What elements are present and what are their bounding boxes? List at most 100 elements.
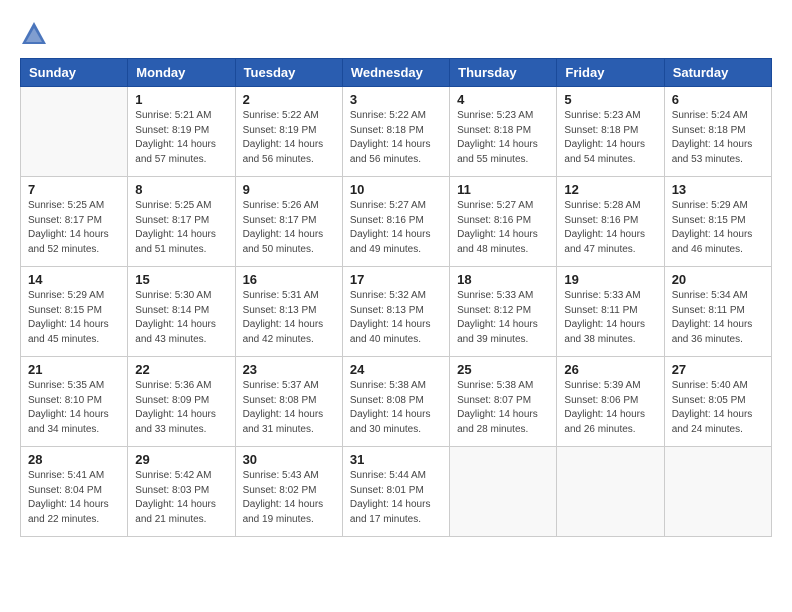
calendar-cell: 17 Sunrise: 5:32 AM Sunset: 8:13 PM Dayli… xyxy=(342,267,449,357)
day-number: 23 xyxy=(243,362,335,377)
day-number: 19 xyxy=(564,272,656,287)
day-info: Sunrise: 5:34 AM Sunset: 8:11 PM Dayligh… xyxy=(672,289,764,347)
calendar-cell: 29Sunrise: 5:42 AM Sunset: 8:03 PM Dayli… xyxy=(128,447,235,537)
calendar-table: SundayMondayTuesdayWednesdayThursdayFrid… xyxy=(20,58,772,537)
day-number: 30 xyxy=(243,452,335,467)
day-number: 16 xyxy=(243,272,335,287)
logo xyxy=(20,20,52,48)
calendar-cell: 8 Sunrise: 5:25 AM Sunset: 8:17 PM Daylig… xyxy=(128,177,235,267)
day-info: Sunrise: 5:35 AM Sunset: 8:10 PM Dayligh… xyxy=(28,379,120,437)
calendar-cell: 13 Sunrise: 5:29 AM Sunset: 8:15 PM Dayli… xyxy=(664,177,771,267)
day-info: Sunrise: 5:40 AM Sunset: 8:05 PM Dayligh… xyxy=(672,379,764,437)
calendar-cell: 14 Sunrise: 5:29 AM Sunset: 8:15 PM Dayli… xyxy=(21,267,128,357)
calendar-cell: 6 Sunrise: 5:24 AM Sunset: 8:18 PM Daylig… xyxy=(664,87,771,177)
calendar-cell: 10Sunrise: 5:27 AM Sunset: 8:16 PM Dayli… xyxy=(342,177,449,267)
day-info: Sunrise: 5:29 AM Sunset: 8:15 PM Dayligh… xyxy=(28,289,120,347)
day-of-week-header: Monday xyxy=(128,59,235,87)
calendar-cell: 19Sunrise: 5:33 AM Sunset: 8:11 PM Dayli… xyxy=(557,267,664,357)
calendar-cell xyxy=(21,87,128,177)
calendar-cell: 26 Sunrise: 5:39 AM Sunset: 8:06 PM Dayli… xyxy=(557,357,664,447)
calendar-cell: 9 Sunrise: 5:26 AM Sunset: 8:17 PM Daylig… xyxy=(235,177,342,267)
calendar-cell: 12Sunrise: 5:28 AM Sunset: 8:16 PM Dayli… xyxy=(557,177,664,267)
day-number: 15 xyxy=(135,272,227,287)
calendar-cell: 3Sunrise: 5:22 AM Sunset: 8:18 PM Daylig… xyxy=(342,87,449,177)
day-of-week-header: Friday xyxy=(557,59,664,87)
day-number: 7 xyxy=(28,182,120,197)
day-info: Sunrise: 5:37 AM Sunset: 8:08 PM Dayligh… xyxy=(243,379,335,437)
day-info: Sunrise: 5:30 AM Sunset: 8:14 PM Dayligh… xyxy=(135,289,227,347)
day-number: 2 xyxy=(243,92,335,107)
day-number: 6 xyxy=(672,92,764,107)
day-info: Sunrise: 5:44 AM Sunset: 8:01 PM Dayligh… xyxy=(350,469,442,527)
day-info: Sunrise: 5:38 AM Sunset: 8:08 PM Dayligh… xyxy=(350,379,442,437)
day-number: 25 xyxy=(457,362,549,377)
calendar-week-row: 7 Sunrise: 5:25 AM Sunset: 8:17 PM Daylig… xyxy=(21,177,772,267)
calendar-cell: 27Sunrise: 5:40 AM Sunset: 8:05 PM Dayli… xyxy=(664,357,771,447)
day-number: 11 xyxy=(457,182,549,197)
calendar-week-row: 1 Sunrise: 5:21 AM Sunset: 8:19 PM Daylig… xyxy=(21,87,772,177)
day-info: Sunrise: 5:39 AM Sunset: 8:06 PM Dayligh… xyxy=(564,379,656,437)
calendar-week-row: 14 Sunrise: 5:29 AM Sunset: 8:15 PM Dayli… xyxy=(21,267,772,357)
day-info: Sunrise: 5:25 AM Sunset: 8:17 PM Dayligh… xyxy=(135,199,227,257)
calendar-cell: 1 Sunrise: 5:21 AM Sunset: 8:19 PM Daylig… xyxy=(128,87,235,177)
day-info: Sunrise: 5:22 AM Sunset: 8:19 PM Dayligh… xyxy=(243,109,335,167)
page-header xyxy=(20,20,772,48)
day-number: 24 xyxy=(350,362,442,377)
day-info: Sunrise: 5:23 AM Sunset: 8:18 PM Dayligh… xyxy=(457,109,549,167)
day-number: 13 xyxy=(672,182,764,197)
day-number: 1 xyxy=(135,92,227,107)
calendar-cell: 25 Sunrise: 5:38 AM Sunset: 8:07 PM Dayli… xyxy=(450,357,557,447)
logo-icon xyxy=(20,20,48,48)
day-info: Sunrise: 5:43 AM Sunset: 8:02 PM Dayligh… xyxy=(243,469,335,527)
day-of-week-header: Tuesday xyxy=(235,59,342,87)
calendar-cell: 20Sunrise: 5:34 AM Sunset: 8:11 PM Dayli… xyxy=(664,267,771,357)
day-number: 4 xyxy=(457,92,549,107)
day-number: 12 xyxy=(564,182,656,197)
day-of-week-header: Wednesday xyxy=(342,59,449,87)
calendar-header-row: SundayMondayTuesdayWednesdayThursdayFrid… xyxy=(21,59,772,87)
day-number: 28 xyxy=(28,452,120,467)
calendar-cell: 28 Sunrise: 5:41 AM Sunset: 8:04 PM Dayli… xyxy=(21,447,128,537)
day-info: Sunrise: 5:31 AM Sunset: 8:13 PM Dayligh… xyxy=(243,289,335,347)
day-info: Sunrise: 5:27 AM Sunset: 8:16 PM Dayligh… xyxy=(350,199,442,257)
day-number: 22 xyxy=(135,362,227,377)
calendar-cell: 30 Sunrise: 5:43 AM Sunset: 8:02 PM Dayli… xyxy=(235,447,342,537)
day-info: Sunrise: 5:26 AM Sunset: 8:17 PM Dayligh… xyxy=(243,199,335,257)
day-info: Sunrise: 5:25 AM Sunset: 8:17 PM Dayligh… xyxy=(28,199,120,257)
calendar-cell: 18 Sunrise: 5:33 AM Sunset: 8:12 PM Dayli… xyxy=(450,267,557,357)
day-of-week-header: Sunday xyxy=(21,59,128,87)
calendar-cell xyxy=(664,447,771,537)
day-info: Sunrise: 5:21 AM Sunset: 8:19 PM Dayligh… xyxy=(135,109,227,167)
day-info: Sunrise: 5:27 AM Sunset: 8:16 PM Dayligh… xyxy=(457,199,549,257)
day-info: Sunrise: 5:33 AM Sunset: 8:12 PM Dayligh… xyxy=(457,289,549,347)
day-info: Sunrise: 5:36 AM Sunset: 8:09 PM Dayligh… xyxy=(135,379,227,437)
day-number: 21 xyxy=(28,362,120,377)
day-number: 31 xyxy=(350,452,442,467)
day-number: 5 xyxy=(564,92,656,107)
calendar-week-row: 28 Sunrise: 5:41 AM Sunset: 8:04 PM Dayli… xyxy=(21,447,772,537)
day-info: Sunrise: 5:23 AM Sunset: 8:18 PM Dayligh… xyxy=(564,109,656,167)
calendar-cell: 23 Sunrise: 5:37 AM Sunset: 8:08 PM Dayli… xyxy=(235,357,342,447)
day-number: 18 xyxy=(457,272,549,287)
day-info: Sunrise: 5:42 AM Sunset: 8:03 PM Dayligh… xyxy=(135,469,227,527)
day-number: 17 xyxy=(350,272,442,287)
calendar-cell: 5 Sunrise: 5:23 AM Sunset: 8:18 PM Daylig… xyxy=(557,87,664,177)
day-number: 26 xyxy=(564,362,656,377)
day-number: 9 xyxy=(243,182,335,197)
calendar-cell: 22 Sunrise: 5:36 AM Sunset: 8:09 PM Dayli… xyxy=(128,357,235,447)
day-number: 8 xyxy=(135,182,227,197)
calendar-cell: 7 Sunrise: 5:25 AM Sunset: 8:17 PM Daylig… xyxy=(21,177,128,267)
calendar-cell: 2 Sunrise: 5:22 AM Sunset: 8:19 PM Daylig… xyxy=(235,87,342,177)
day-number: 14 xyxy=(28,272,120,287)
calendar-cell xyxy=(557,447,664,537)
calendar-cell xyxy=(450,447,557,537)
calendar-cell: 21 Sunrise: 5:35 AM Sunset: 8:10 PM Dayli… xyxy=(21,357,128,447)
day-info: Sunrise: 5:29 AM Sunset: 8:15 PM Dayligh… xyxy=(672,199,764,257)
day-info: Sunrise: 5:41 AM Sunset: 8:04 PM Dayligh… xyxy=(28,469,120,527)
day-info: Sunrise: 5:24 AM Sunset: 8:18 PM Dayligh… xyxy=(672,109,764,167)
calendar-cell: 4 Sunrise: 5:23 AM Sunset: 8:18 PM Daylig… xyxy=(450,87,557,177)
day-info: Sunrise: 5:38 AM Sunset: 8:07 PM Dayligh… xyxy=(457,379,549,437)
calendar-cell: 31 Sunrise: 5:44 AM Sunset: 8:01 PM Dayli… xyxy=(342,447,449,537)
day-info: Sunrise: 5:32 AM Sunset: 8:13 PM Dayligh… xyxy=(350,289,442,347)
day-of-week-header: Thursday xyxy=(450,59,557,87)
